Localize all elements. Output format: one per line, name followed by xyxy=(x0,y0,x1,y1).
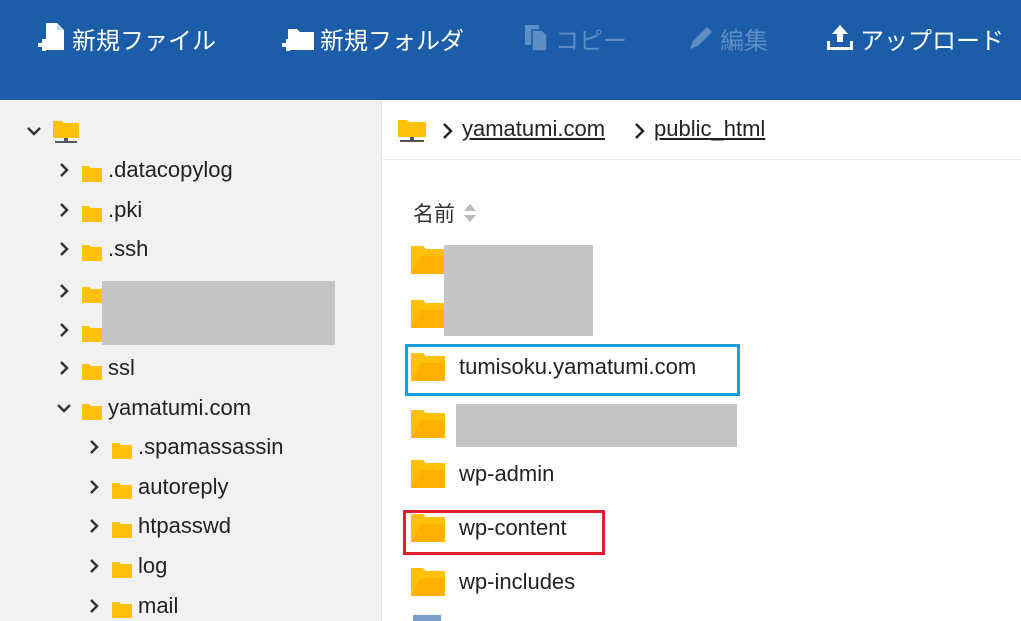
tree-item-label: yamatumi.com xyxy=(108,395,252,420)
tree-item-label: log xyxy=(138,553,168,578)
redacted-block xyxy=(444,245,593,336)
column-header-name[interactable]: 名前 xyxy=(413,198,477,228)
file-row-redacted-3[interactable] xyxy=(411,404,459,444)
chevron-down-icon[interactable] xyxy=(24,121,44,141)
breadcrumb-item[interactable]: yamatumi.com xyxy=(462,116,605,142)
tree-item-label: autoreply xyxy=(138,474,229,499)
redacted-block xyxy=(456,404,737,447)
file-icon xyxy=(413,615,441,621)
chevron-right-icon[interactable] xyxy=(54,160,74,180)
copy-icon xyxy=(523,21,551,55)
chevron-right-icon[interactable] xyxy=(84,516,104,536)
folder-icon xyxy=(112,598,132,618)
tree-item-label: ssl xyxy=(108,355,135,380)
tree-item-datacopylog[interactable]: .datacopylog xyxy=(54,155,233,185)
chevron-right-icon[interactable] xyxy=(54,358,74,378)
folder-tree: .datacopylog .pki .ssh ssl yamatumi.com … xyxy=(0,100,382,621)
new-folder-icon xyxy=(282,21,316,55)
toolbar: 新規ファイル 新規フォルダ コピー 編集 アップロード xyxy=(0,0,1021,100)
highlight-box-red xyxy=(403,510,605,555)
tree-item-redacted-2[interactable] xyxy=(54,315,108,345)
tree-root[interactable] xyxy=(24,116,80,146)
new-file-button[interactable]: 新規ファイル xyxy=(38,18,216,58)
chevron-right-icon[interactable] xyxy=(84,596,104,616)
tree-item-htpasswd[interactable]: htpasswd xyxy=(84,511,231,541)
chevron-right-icon[interactable] xyxy=(84,477,104,497)
copy-label: コピー xyxy=(555,26,627,55)
tree-item-label: htpasswd xyxy=(138,513,231,538)
tree-item-label: .spamassassin xyxy=(138,434,284,459)
chevron-right-icon[interactable] xyxy=(84,556,104,576)
tree-item-ssh[interactable]: .ssh xyxy=(54,234,148,264)
folder-icon xyxy=(82,400,102,420)
breadcrumb-item[interactable]: public_html xyxy=(654,116,765,142)
tree-item-label: .datacopylog xyxy=(108,157,233,182)
tree-item-autoreply[interactable]: autoreply xyxy=(84,472,229,502)
chevron-right-icon[interactable] xyxy=(54,239,74,259)
folder-icon xyxy=(112,479,132,499)
folder-icon xyxy=(112,558,132,578)
tree-item-redacted-1[interactable] xyxy=(54,276,108,306)
sort-icon xyxy=(463,202,477,224)
folder-icon xyxy=(411,298,445,330)
redacted-block xyxy=(102,281,335,345)
folder-icon xyxy=(411,566,445,598)
folder-icon xyxy=(411,458,445,490)
tree-item-label: .pki xyxy=(108,197,143,222)
folder-icon xyxy=(82,322,102,342)
file-row-wp-admin[interactable]: wp-admin xyxy=(411,454,554,494)
new-folder-button[interactable]: 新規フォルダ xyxy=(282,18,464,58)
tree-item-spamassassin[interactable]: .spamassassin xyxy=(84,432,284,462)
folder-icon xyxy=(411,408,445,440)
chevron-right-icon xyxy=(633,122,647,140)
upload-label: アップロード xyxy=(860,26,1004,55)
chevron-right-icon[interactable] xyxy=(54,320,74,340)
breadcrumb: yamatumi.com public_html xyxy=(383,100,1021,160)
column-label: 名前 xyxy=(413,202,455,226)
folder-icon xyxy=(82,283,102,303)
tree-item-mail[interactable]: mail xyxy=(84,591,178,621)
tree-item-pki[interactable]: .pki xyxy=(54,195,142,225)
tree-item-label: mail xyxy=(138,593,179,618)
upload-button[interactable]: アップロード xyxy=(824,18,1004,58)
new-folder-label: 新規フォルダ xyxy=(320,26,464,55)
folder-icon xyxy=(112,518,132,538)
tree-item-label: .ssh xyxy=(108,236,149,261)
chevron-right-icon[interactable] xyxy=(54,281,74,301)
chevron-right-icon[interactable] xyxy=(84,437,104,457)
pencil-icon xyxy=(686,21,716,55)
file-name: wp-includes xyxy=(459,569,576,594)
file-name: wp-admin xyxy=(459,461,555,486)
folder-icon xyxy=(82,162,102,182)
chevron-right-icon[interactable] xyxy=(54,200,74,220)
folder-icon xyxy=(82,360,102,380)
new-file-icon xyxy=(38,21,68,55)
chevron-right-icon xyxy=(441,122,455,140)
edit-button[interactable]: 編集 xyxy=(686,18,768,58)
chevron-down-icon[interactable] xyxy=(54,398,74,418)
tree-item-log[interactable]: log xyxy=(84,551,167,581)
edit-label: 編集 xyxy=(720,26,768,55)
folder-icon xyxy=(82,241,102,261)
file-row-wp-includes[interactable]: wp-includes xyxy=(411,562,575,602)
folder-icon xyxy=(82,202,102,222)
folder-icon xyxy=(411,244,445,276)
tree-item-ssl[interactable]: ssl xyxy=(54,353,135,383)
upload-icon xyxy=(824,21,856,55)
server-folder-icon xyxy=(52,118,80,144)
tree-item-yamatumi[interactable]: yamatumi.com xyxy=(54,393,251,423)
new-file-label: 新規ファイル xyxy=(72,26,216,55)
copy-button[interactable]: コピー xyxy=(523,18,627,58)
file-list-panel: yamatumi.com public_html 名前 tumisoku.yam… xyxy=(383,100,1021,621)
highlight-box-blue xyxy=(405,344,740,396)
folder-icon xyxy=(112,439,132,459)
server-folder-icon[interactable] xyxy=(397,117,427,143)
